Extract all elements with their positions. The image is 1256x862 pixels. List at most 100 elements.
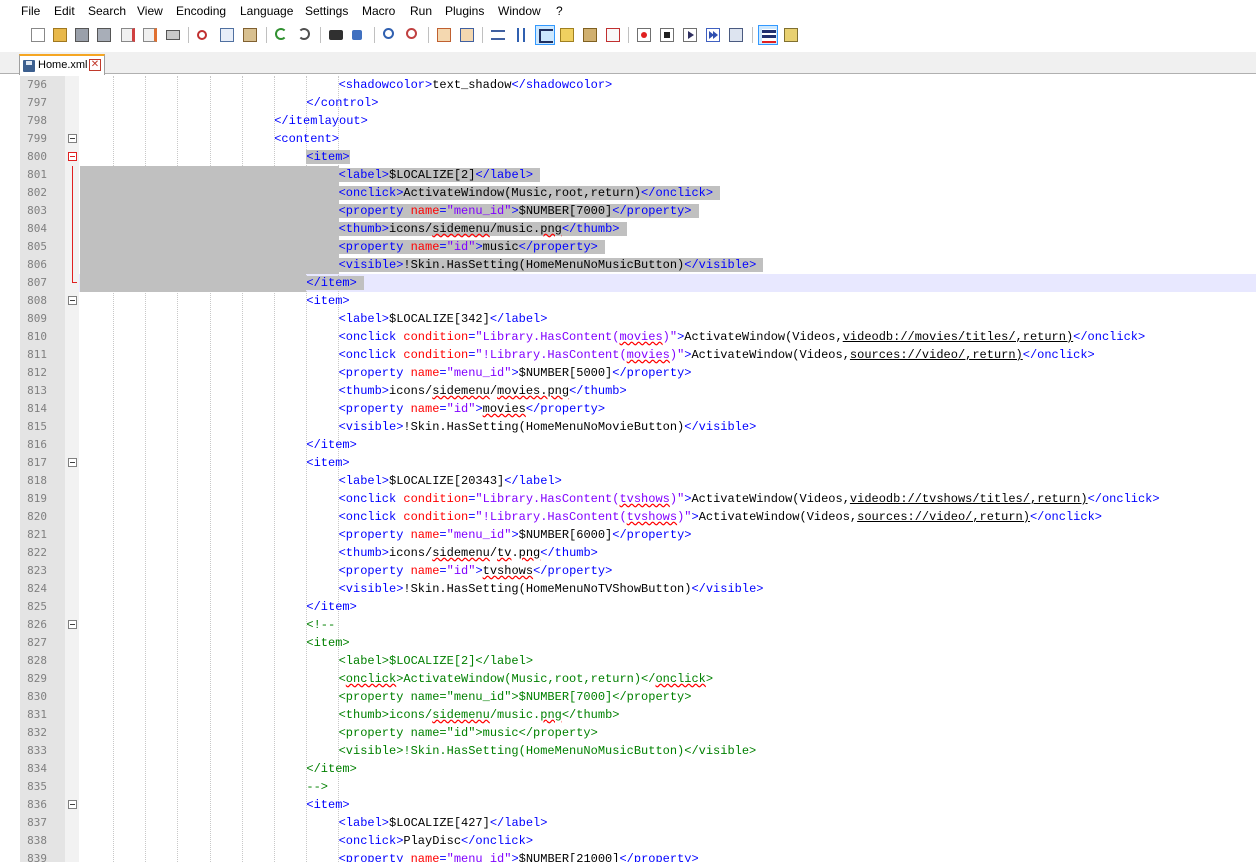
- menu-edit[interactable]: Edit: [54, 4, 75, 18]
- close-button[interactable]: [118, 25, 138, 45]
- cut-button[interactable]: [194, 25, 214, 45]
- word-wrap-button[interactable]: [488, 25, 508, 45]
- code-line[interactable]: 802 <onclick>ActivateWindow(Music,root,re…: [0, 184, 1256, 202]
- code-line[interactable]: 833 <visible>!Skin.HasSetting(HomeMenuNoM…: [0, 742, 1256, 760]
- code-line[interactable]: 812 <property name="menu_id">$NUMBER[5000…: [0, 364, 1256, 382]
- code-line[interactable]: 804 <thumb>icons/sidemenu/music.png</thum…: [0, 220, 1256, 238]
- code-line[interactable]: 801 <label>$LOCALIZE[2]</label>: [0, 166, 1256, 184]
- find-button[interactable]: [326, 25, 346, 45]
- code-line[interactable]: 809 <label>$LOCALIZE[342]</label>: [0, 310, 1256, 328]
- menu-encoding[interactable]: Encoding: [176, 4, 226, 18]
- code-line[interactable]: 829 <onclick>ActivateWindow(Music,root,re…: [0, 670, 1256, 688]
- code-line[interactable]: 810 <onclick condition="Library.HasConten…: [0, 328, 1256, 346]
- close-all-button[interactable]: [140, 25, 160, 45]
- save-button[interactable]: [72, 25, 92, 45]
- code-line[interactable]: 825 </item>: [0, 598, 1256, 616]
- code-line[interactable]: 819 <onclick condition="Library.HasConten…: [0, 490, 1256, 508]
- paste-button[interactable]: [240, 25, 260, 45]
- new-file-button[interactable]: [28, 25, 48, 45]
- save-all-button[interactable]: [94, 25, 114, 45]
- sync-horizontal-button[interactable]: [457, 25, 477, 45]
- menu-run[interactable]: Run: [410, 4, 432, 18]
- code-line[interactable]: 822 <thumb>icons/sidemenu/tv.png</thumb>: [0, 544, 1256, 562]
- code-line[interactable]: 799 <content>: [0, 130, 1256, 148]
- code-line[interactable]: 824 <visible>!Skin.HasSetting(HomeMenuNoT…: [0, 580, 1256, 598]
- save-macro-button[interactable]: [726, 25, 746, 45]
- menu-plugins[interactable]: Plugins: [445, 4, 484, 18]
- code-line[interactable]: 797 </control>: [0, 94, 1256, 112]
- code-line[interactable]: 838 <onclick>PlayDisc</onclick>: [0, 832, 1256, 850]
- code-line[interactable]: 831 <thumb>icons/sidemenu/music.png</thum…: [0, 706, 1256, 724]
- menu-macro[interactable]: Macro: [362, 4, 395, 18]
- code-line[interactable]: 837 <label>$LOCALIZE[427]</label>: [0, 814, 1256, 832]
- indent-guide-button[interactable]: [535, 25, 555, 45]
- code-line[interactable]: 835 -->: [0, 778, 1256, 796]
- run-macro-multiple-button[interactable]: [703, 25, 723, 45]
- code-line[interactable]: 814 <property name="id">movies</property>: [0, 400, 1256, 418]
- code-line[interactable]: 818 <label>$LOCALIZE[20343]</label>: [0, 472, 1256, 490]
- spell-check-settings-button[interactable]: [781, 25, 801, 45]
- code-token: </property>: [533, 564, 613, 578]
- doc-map-button[interactable]: [580, 25, 600, 45]
- tab-home-xml[interactable]: Home.xml ✕: [19, 54, 105, 75]
- code-line[interactable]: 796 <shadowcolor>text_shadow</shadowcolor…: [0, 76, 1256, 94]
- code-line[interactable]: 800 <item>: [0, 148, 1256, 166]
- code-line[interactable]: 821 <property name="menu_id">$NUMBER[6000…: [0, 526, 1256, 544]
- open-file-button[interactable]: [50, 25, 70, 45]
- code-line[interactable]: 806 <visible>!Skin.HasSetting(HomeMenuNoM…: [0, 256, 1256, 274]
- code-line[interactable]: 805 <property name="id">music</property>: [0, 238, 1256, 256]
- editor[interactable]: 796 <shadowcolor>text_shadow</shadowcolor…: [0, 76, 1256, 862]
- code-line[interactable]: 798 </itemlayout>: [0, 112, 1256, 130]
- line-number: 820: [27, 510, 47, 523]
- fold-toggle-icon[interactable]: [68, 152, 77, 161]
- undo-button[interactable]: [272, 25, 292, 45]
- code-line[interactable]: 836 <item>: [0, 796, 1256, 814]
- code-line[interactable]: 807 </item>: [0, 274, 1256, 292]
- spell-check-button[interactable]: [758, 25, 778, 45]
- code-line[interactable]: 820 <onclick condition="!Library.HasConte…: [0, 508, 1256, 526]
- code-line[interactable]: 826 <!--: [0, 616, 1256, 634]
- fold-toggle-icon[interactable]: [68, 296, 77, 305]
- code-line[interactable]: 834 </item>: [0, 760, 1256, 778]
- code-line[interactable]: 808 <item>: [0, 292, 1256, 310]
- menu-view[interactable]: View: [137, 4, 163, 18]
- copy-button[interactable]: [217, 25, 237, 45]
- menu-search[interactable]: Search: [88, 4, 126, 18]
- code-line[interactable]: 832 <property name="id">music</property>: [0, 724, 1256, 742]
- code-line[interactable]: 815 <visible>!Skin.HasSetting(HomeMenuNoM…: [0, 418, 1256, 436]
- sync-vertical-button[interactable]: [434, 25, 454, 45]
- code-line[interactable]: 830 <property name="menu_id">$NUMBER[7000…: [0, 688, 1256, 706]
- fold-toggle-icon[interactable]: [68, 620, 77, 629]
- fold-toggle-icon[interactable]: [68, 458, 77, 467]
- record-macro-button[interactable]: [634, 25, 654, 45]
- fold-toggle-icon[interactable]: [68, 134, 77, 143]
- show-all-chars-button[interactable]: [511, 25, 531, 45]
- code-line[interactable]: 827 <item>: [0, 634, 1256, 652]
- udl-button[interactable]: [557, 25, 577, 45]
- replace-button[interactable]: [349, 25, 369, 45]
- fold-range-line: [72, 220, 73, 238]
- zoom-in-button[interactable]: [380, 25, 400, 45]
- code-line[interactable]: 811 <onclick condition="!Library.HasConte…: [0, 346, 1256, 364]
- redo-button[interactable]: [295, 25, 315, 45]
- menu-help[interactable]: ?: [556, 4, 563, 18]
- close-tab-button[interactable]: ✕: [89, 59, 101, 71]
- play-macro-button[interactable]: [680, 25, 700, 45]
- menu-language[interactable]: Language: [240, 4, 293, 18]
- function-list-button[interactable]: [603, 25, 623, 45]
- menu-window[interactable]: Window: [498, 4, 541, 18]
- code-line[interactable]: 839 <property name="menu_id">$NUMBER[2100…: [0, 850, 1256, 862]
- code-token: "Library.HasContent(: [475, 330, 620, 344]
- print-button[interactable]: [163, 25, 183, 45]
- code-line[interactable]: 817 <item>: [0, 454, 1256, 472]
- code-line[interactable]: 803 <property name="menu_id">$NUMBER[7000…: [0, 202, 1256, 220]
- code-line[interactable]: 828 <label>$LOCALIZE[2]</label>: [0, 652, 1256, 670]
- code-line[interactable]: 813 <thumb>icons/sidemenu/movies.png</thu…: [0, 382, 1256, 400]
- fold-toggle-icon[interactable]: [68, 800, 77, 809]
- stop-record-button[interactable]: [657, 25, 677, 45]
- menu-file[interactable]: File: [21, 4, 40, 18]
- zoom-out-button[interactable]: [403, 25, 423, 45]
- menu-settings[interactable]: Settings: [305, 4, 348, 18]
- code-line[interactable]: 823 <property name="id">tvshows</property…: [0, 562, 1256, 580]
- code-line[interactable]: 816 </item>: [0, 436, 1256, 454]
